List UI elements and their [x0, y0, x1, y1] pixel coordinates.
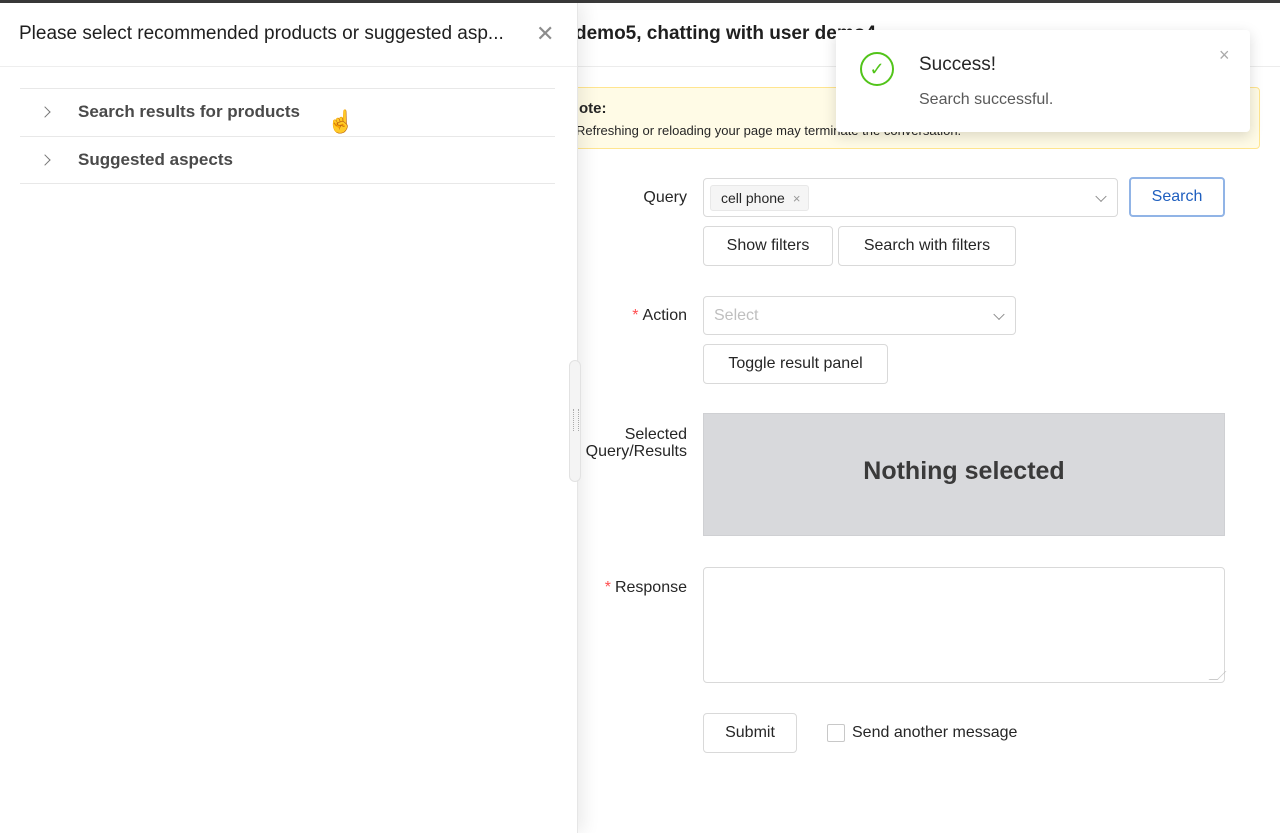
query-label: Query: [643, 189, 687, 206]
send-another-label[interactable]: Send another message: [852, 724, 1017, 742]
send-another-checkbox[interactable]: [827, 724, 845, 742]
notice-title: ote:: [579, 100, 607, 117]
search-with-filters-button[interactable]: Search with filters: [838, 226, 1016, 266]
chevron-right-icon: [39, 154, 51, 166]
resize-handle-icon[interactable]: [1208, 671, 1227, 680]
toast-title: Success!: [919, 54, 997, 75]
recommendation-drawer: Please select recommended products or su…: [0, 3, 581, 833]
response-label-text: Response: [614, 579, 687, 596]
query-select[interactable]: cell phone ×: [703, 178, 1118, 217]
success-toast: ✓ Success! Search successful. ×: [836, 30, 1250, 132]
selected-label: Selected Query/Results: [586, 426, 687, 460]
action-label-text: Action: [642, 307, 687, 324]
drawer-header: Please select recommended products or su…: [0, 3, 577, 67]
tag-close-icon[interactable]: ×: [793, 191, 801, 206]
chevron-down-icon[interactable]: [993, 308, 1005, 320]
collapse-item-search-results[interactable]: Search results for products: [20, 88, 555, 136]
required-mark: *: [604, 579, 611, 596]
close-icon[interactable]: ×: [1219, 46, 1230, 64]
toggle-result-panel-button[interactable]: Toggle result panel: [703, 344, 888, 384]
selected-results-panel: Nothing selected: [703, 413, 1225, 536]
query-tag-label: cell phone: [721, 190, 785, 206]
response-label: * Response: [605, 579, 687, 597]
drawer-title: Please select recommended products or su…: [19, 23, 504, 44]
selected-label-line2: Query/Results: [585, 443, 687, 460]
required-mark: *: [632, 307, 639, 324]
toast-message: Search successful.: [919, 91, 1054, 108]
chevron-right-icon: [39, 106, 51, 118]
collapse-label: Search results for products: [78, 102, 301, 121]
drawer-resize-handle[interactable]: [569, 360, 581, 482]
check-circle-icon: ✓: [860, 52, 894, 86]
collapse-item-suggested-aspects[interactable]: Suggested aspects: [20, 136, 555, 184]
action-select[interactable]: Select: [703, 296, 1016, 335]
action-label: * Action: [632, 307, 687, 325]
collapse-label: Suggested aspects: [78, 150, 233, 169]
submit-button[interactable]: Submit: [703, 713, 797, 753]
query-tag: cell phone ×: [710, 185, 810, 211]
selected-label-line1: Selected: [624, 426, 687, 443]
page-title: demo5, chatting with user demo4: [575, 23, 876, 44]
action-placeholder: Select: [714, 307, 759, 324]
show-filters-button[interactable]: Show filters: [703, 226, 833, 266]
search-button[interactable]: Search: [1129, 177, 1225, 217]
nothing-selected-text: Nothing selected: [863, 457, 1065, 485]
close-icon[interactable]: ✕: [536, 23, 554, 45]
hand-cursor-icon: ☝: [327, 109, 355, 134]
chevron-down-icon[interactable]: [1095, 190, 1107, 202]
response-textarea[interactable]: [703, 567, 1227, 683]
drag-handle-icon: [573, 409, 579, 431]
